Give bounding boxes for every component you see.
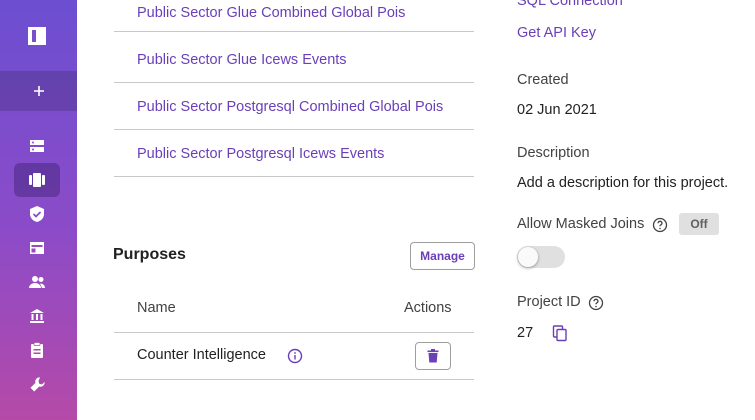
created-value: 02 Jun 2021 <box>517 102 597 118</box>
project-id-label: Project ID <box>517 294 581 310</box>
help-icon[interactable] <box>652 217 668 233</box>
dataset-link[interactable]: Public Sector Glue Icews Events <box>137 52 347 68</box>
policies-icon[interactable] <box>28 205 46 223</box>
dashboard-icon[interactable] <box>28 239 46 257</box>
settings-icon[interactable] <box>28 375 46 393</box>
logo-icon[interactable] <box>27 26 47 46</box>
dataset-link[interactable]: Public Sector Postgresql Combined Global… <box>137 99 443 115</box>
masked-joins-label: Allow Masked Joins <box>517 216 645 232</box>
description-label: Description <box>517 145 590 161</box>
table-divider <box>114 332 474 333</box>
audit-icon[interactable] <box>28 341 46 359</box>
dataset-row: Public Sector Postgresql Icews Events <box>114 130 474 177</box>
add-button[interactable] <box>0 71 77 111</box>
dataset-link[interactable]: Public Sector Postgresql Icews Events <box>137 146 384 162</box>
copy-icon[interactable] <box>552 325 568 342</box>
table-divider <box>114 379 474 380</box>
toggle-thumb[interactable] <box>518 247 538 267</box>
storage-icon[interactable] <box>28 137 46 155</box>
dataset-link[interactable]: Public Sector Glue Combined Global Pois <box>137 5 405 21</box>
projects-icon[interactable] <box>28 171 46 189</box>
purposes-title: Purposes <box>113 246 186 263</box>
help-icon[interactable] <box>588 295 604 311</box>
description-value[interactable]: Add a description for this project. <box>517 175 728 191</box>
add-icon <box>33 86 44 96</box>
info-icon[interactable] <box>287 348 303 364</box>
governance-icon[interactable] <box>28 307 46 325</box>
dataset-row: Public Sector Glue Icews Events <box>114 36 474 83</box>
dataset-row: Public Sector Postgresql Combined Global… <box>114 83 474 130</box>
users-icon[interactable] <box>28 273 46 291</box>
column-header-actions: Actions <box>404 300 452 316</box>
get-api-key-link[interactable]: Get API Key <box>517 25 596 41</box>
trash-icon <box>427 349 439 363</box>
masked-joins-status-badge: Off <box>679 213 719 235</box>
purpose-name: Counter Intelligence <box>137 347 266 363</box>
created-label: Created <box>517 72 569 88</box>
sidebar <box>0 0 77 420</box>
manage-button[interactable]: Manage <box>410 242 475 270</box>
delete-button[interactable] <box>415 342 451 370</box>
project-id-value: 27 <box>517 325 534 341</box>
dataset-row: Public Sector Glue Combined Global Pois <box>114 0 474 32</box>
sql-connection-link[interactable]: SQL Connection <box>517 0 623 9</box>
column-header-name: Name <box>137 300 176 316</box>
